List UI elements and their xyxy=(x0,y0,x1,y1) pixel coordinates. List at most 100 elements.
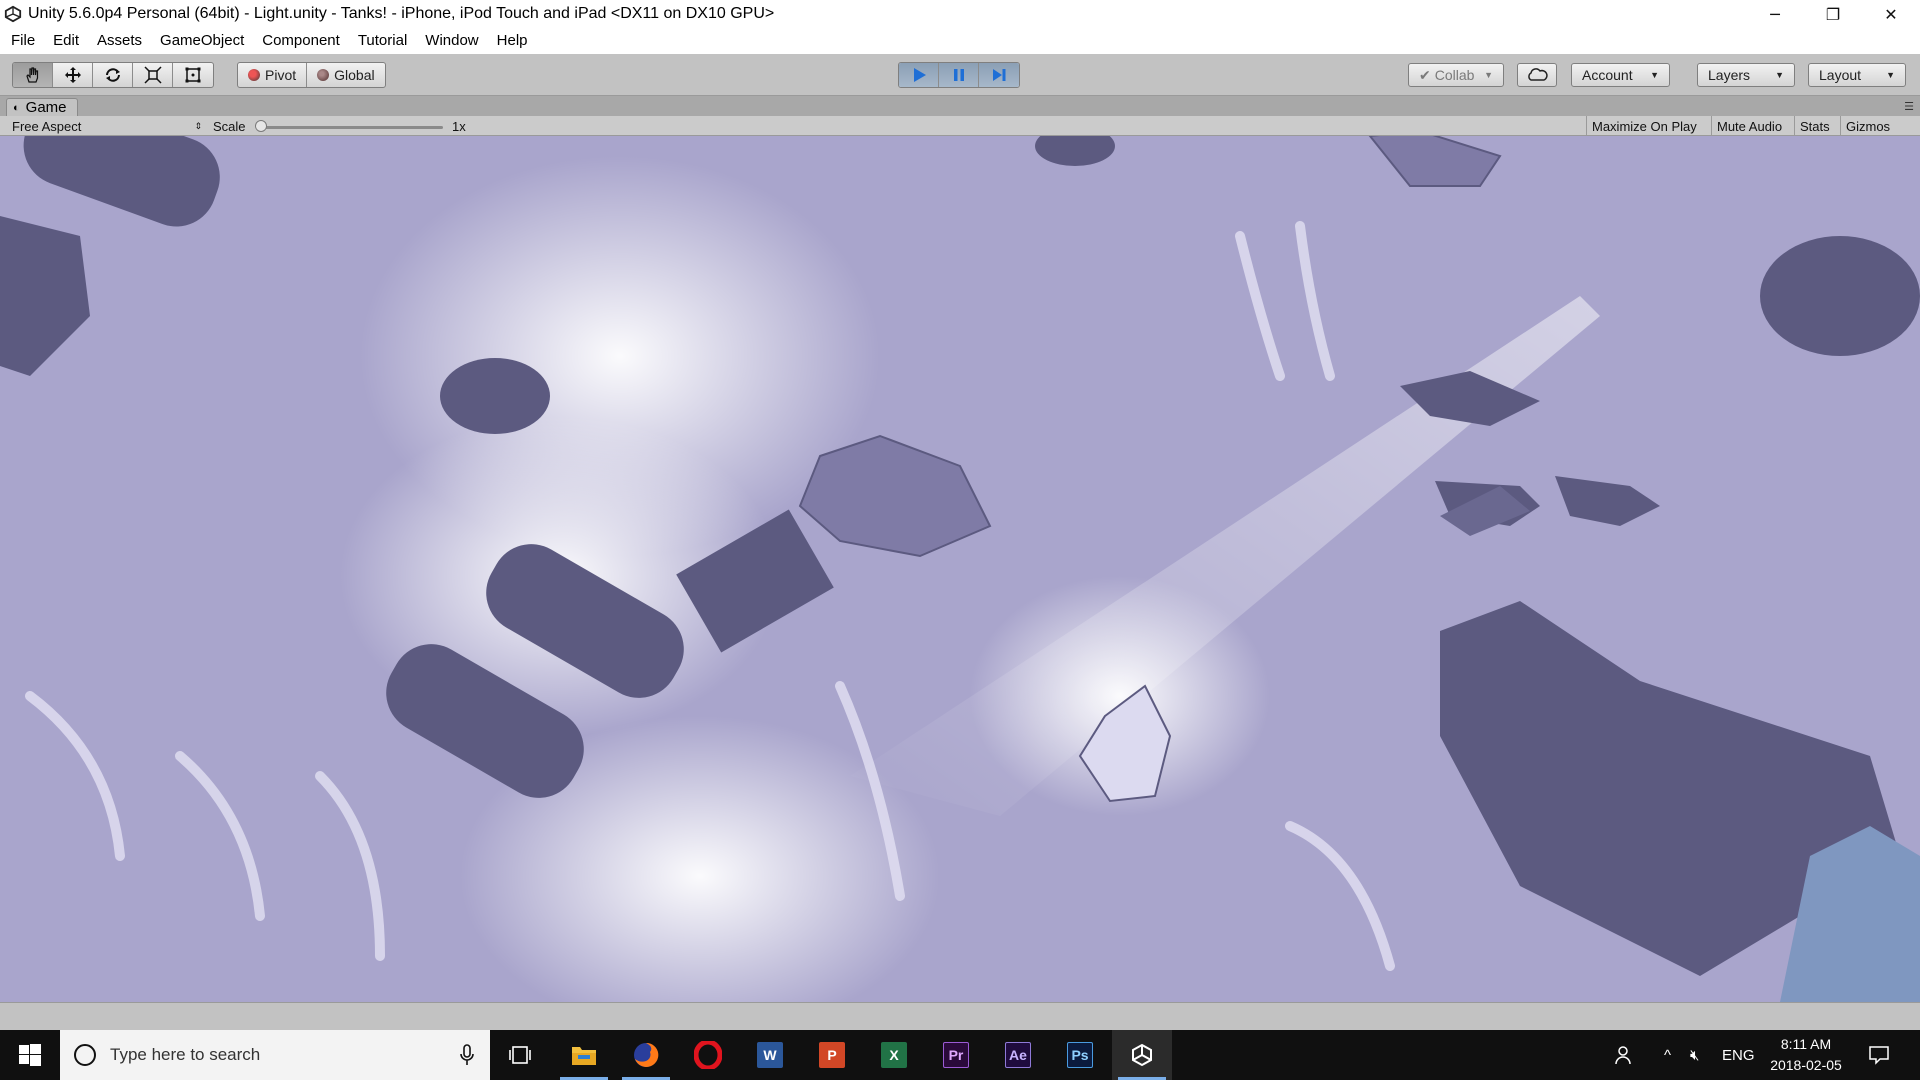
scale-value: 1x xyxy=(452,119,466,134)
play-button[interactable] xyxy=(899,63,939,87)
word-icon: W xyxy=(757,1042,783,1068)
premiere-icon: Pr xyxy=(943,1042,969,1068)
file-explorer-button[interactable] xyxy=(554,1030,614,1080)
scale-slider-track[interactable] xyxy=(258,126,443,129)
language-indicator[interactable]: ENG xyxy=(1722,1030,1755,1080)
menu-tutorial[interactable]: Tutorial xyxy=(349,28,416,54)
opera-icon xyxy=(694,1041,722,1069)
powerpoint-icon: P xyxy=(819,1042,845,1068)
menu-file[interactable]: File xyxy=(2,28,44,54)
excel-button[interactable]: X xyxy=(864,1030,924,1080)
panel-tab-bar: ◐ Game ☰ xyxy=(0,96,1920,116)
menu-bar: File Edit Assets GameObject Component Tu… xyxy=(0,28,1920,54)
unity-button[interactable] xyxy=(1112,1030,1172,1080)
task-view-button[interactable] xyxy=(490,1030,550,1080)
pivot-icon xyxy=(248,69,260,81)
close-button[interactable]: ✕ xyxy=(1862,0,1920,28)
photoshop-button[interactable]: Ps xyxy=(1050,1030,1110,1080)
pause-icon xyxy=(953,69,964,81)
rect-tool-button[interactable] xyxy=(173,63,213,87)
pause-button[interactable] xyxy=(939,63,979,87)
powerpoint-button[interactable]: P xyxy=(802,1030,862,1080)
unity-logo-icon xyxy=(4,5,22,23)
people-icon[interactable] xyxy=(1614,1030,1636,1080)
pivot-button[interactable]: Pivot xyxy=(238,63,308,87)
global-button[interactable]: Global xyxy=(307,63,384,87)
window-title: Unity 5.6.0p4 Personal (64bit) - Light.u… xyxy=(28,5,775,22)
premiere-button[interactable]: Pr xyxy=(926,1030,986,1080)
pivot-toggle-group: Pivot Global xyxy=(237,62,386,88)
rect-transform-icon xyxy=(185,67,201,83)
start-button[interactable] xyxy=(0,1030,60,1080)
hand-icon xyxy=(25,67,38,83)
taskbar-search[interactable]: Type here to search xyxy=(60,1030,490,1080)
menu-window[interactable]: Window xyxy=(416,28,487,54)
play-icon xyxy=(913,68,926,82)
pivot-label: Pivot xyxy=(265,67,297,83)
mute-audio-toggle[interactable]: Mute Audio xyxy=(1711,116,1787,136)
layers-label: Layers xyxy=(1708,67,1751,83)
collab-label: Collab xyxy=(1434,67,1475,83)
restore-button[interactable]: ❐ xyxy=(1804,0,1862,28)
photoshop-icon: Ps xyxy=(1067,1042,1093,1068)
menu-gameobject[interactable]: GameObject xyxy=(151,28,253,54)
hand-tool-button[interactable] xyxy=(13,63,53,87)
gizmos-dropdown[interactable]: Gizmos xyxy=(1840,116,1906,136)
check-icon: ✔ xyxy=(1419,66,1431,83)
chevron-down-icon: ▼ xyxy=(1484,70,1493,80)
title-bar: Unity 5.6.0p4 Personal (64bit) - Light.u… xyxy=(0,0,1920,28)
layers-dropdown[interactable]: Layers ▼ xyxy=(1697,63,1795,87)
action-center-icon[interactable] xyxy=(1868,1030,1890,1080)
taskbar: Type here to search W P X Pr Ae Ps ^ 🔇︎ … xyxy=(0,1030,1920,1080)
panel-menu-icon[interactable]: ☰ xyxy=(1904,100,1914,113)
tray-expand-icon[interactable]: ^ xyxy=(1664,1030,1671,1080)
account-dropdown[interactable]: Account ▼ xyxy=(1571,63,1670,87)
chevron-updown-icon: ⇕ xyxy=(194,120,202,131)
move-tool-button[interactable] xyxy=(53,63,93,87)
stats-toggle[interactable]: Stats xyxy=(1794,116,1835,136)
menu-help[interactable]: Help xyxy=(488,28,537,54)
scale-label: Scale xyxy=(213,119,246,134)
task-view-icon xyxy=(509,1046,531,1064)
aspect-label: Free Aspect xyxy=(12,118,82,134)
scale-slider-thumb[interactable] xyxy=(255,120,267,132)
firefox-button[interactable] xyxy=(616,1030,676,1080)
transform-tools xyxy=(12,62,214,88)
collab-dropdown[interactable]: ✔ Collab ▼ xyxy=(1408,63,1504,87)
move-arrows-icon xyxy=(64,67,81,83)
layout-label: Layout xyxy=(1819,67,1862,83)
tab-game[interactable]: ◐ Game xyxy=(6,98,78,116)
cloud-button[interactable] xyxy=(1517,63,1557,87)
menu-assets[interactable]: Assets xyxy=(88,28,151,54)
menu-edit[interactable]: Edit xyxy=(44,28,88,54)
account-label: Account xyxy=(1582,67,1633,83)
clock-date: 2018-02-05 xyxy=(1770,1057,1842,1073)
firefox-icon xyxy=(634,1042,659,1067)
windows-logo-icon xyxy=(19,1044,41,1066)
word-button[interactable]: W xyxy=(740,1030,800,1080)
folder-icon xyxy=(572,1047,596,1065)
taskbar-clock[interactable]: 8:11 AM 2018-02-05 xyxy=(1758,1034,1854,1076)
clock-time: 8:11 AM xyxy=(1780,1036,1832,1052)
step-button[interactable] xyxy=(979,63,1019,87)
rotate-tool-button[interactable] xyxy=(93,63,133,87)
rotate-icon xyxy=(105,68,120,82)
main-toolbar: Pivot Global ✔ Collab ▼ Account ▼ Layers… xyxy=(0,54,1920,96)
search-placeholder: Type here to search xyxy=(110,1045,261,1064)
opera-button[interactable] xyxy=(678,1030,738,1080)
layout-dropdown[interactable]: Layout ▼ xyxy=(1808,63,1906,87)
after-effects-button[interactable]: Ae xyxy=(988,1030,1048,1080)
scale-tool-button[interactable] xyxy=(133,63,173,87)
microphone-icon[interactable] xyxy=(460,1044,474,1066)
menu-component[interactable]: Component xyxy=(253,28,349,54)
game-view-icon: ◐ xyxy=(13,101,20,114)
cloud-icon xyxy=(1528,68,1548,81)
globe-icon xyxy=(317,69,330,81)
game-viewport[interactable] xyxy=(0,136,1920,1002)
maximize-on-play-toggle[interactable]: Maximize On Play xyxy=(1586,116,1702,136)
aspect-dropdown[interactable]: Free Aspect ⇕ xyxy=(6,118,206,134)
minimize-button[interactable]: ─ xyxy=(1746,0,1804,28)
game-scene xyxy=(0,136,1920,1002)
volume-muted-icon[interactable]: 🔇︎ xyxy=(1690,1030,1699,1080)
scale-icon xyxy=(143,66,162,84)
